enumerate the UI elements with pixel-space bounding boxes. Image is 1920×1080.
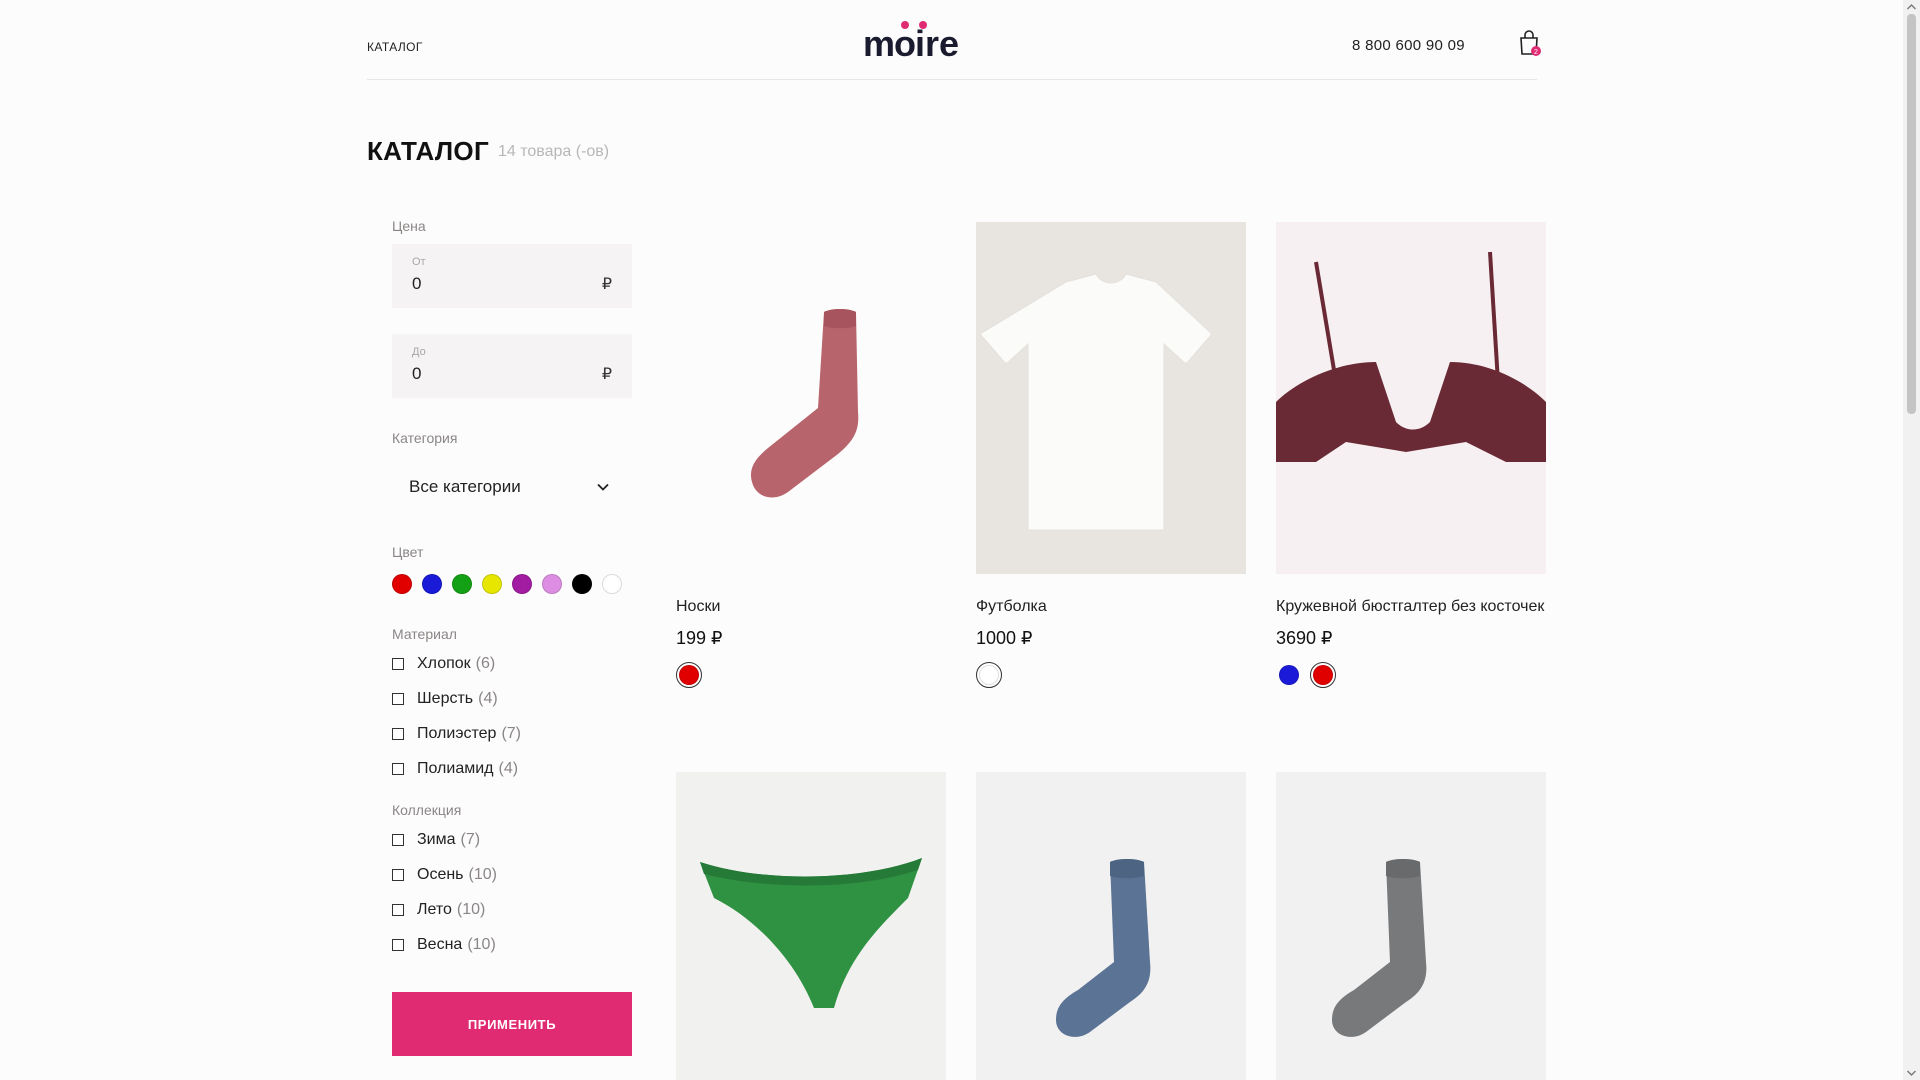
category-select[interactable]: Все категории: [392, 456, 632, 520]
collection-option[interactable]: Лето (10): [392, 892, 632, 927]
sock-pink-icon[interactable]: [676, 222, 946, 574]
sock-blue-icon[interactable]: [976, 772, 1246, 1080]
product-card[interactable]: [976, 772, 1246, 1080]
category-select-value: Все категории: [409, 477, 521, 496]
collection-name: Лето: [417, 900, 452, 918]
material-name: Полиэстер: [417, 724, 497, 742]
price-to-caption: До: [412, 346, 426, 358]
scroll-up-icon[interactable]: [1907, 3, 1916, 11]
checkbox[interactable]: [392, 727, 404, 740]
material-name: Полиамид: [417, 759, 494, 777]
filter-color-swatch[interactable]: [602, 574, 622, 594]
collection-option[interactable]: Весна (10): [392, 927, 632, 962]
collection-count: (10): [468, 865, 497, 883]
product-price: 1000 ₽: [976, 628, 1033, 648]
collection-name: Весна: [417, 935, 463, 953]
apply-filter-button[interactable]: ПРИМЕНИТЬ: [392, 992, 632, 1056]
product-colors: [976, 662, 1246, 688]
site-header: КАТАЛОГ m o ire 8 800 600 90 09 2: [367, 0, 1541, 80]
color-option-red[interactable]: [1310, 662, 1336, 688]
material-count: (7): [501, 724, 521, 742]
price-from-input[interactable]: [412, 274, 592, 294]
filter-color-swatch[interactable]: [452, 574, 472, 594]
nav-catalog-link[interactable]: КАТАЛОГ: [367, 40, 423, 54]
tshirt-white-icon[interactable]: [976, 222, 1246, 574]
collection-name: Осень: [417, 865, 464, 883]
material-count: (4): [478, 689, 498, 707]
filter-color-swatch[interactable]: [572, 574, 592, 594]
material-option[interactable]: Шерсть (4): [392, 681, 632, 716]
product-name[interactable]: Кружевной бюстгалтер без косточек: [1276, 596, 1546, 618]
color-swatches: [392, 574, 632, 594]
price-to-input[interactable]: [412, 364, 592, 384]
checkbox[interactable]: [392, 692, 404, 705]
checkbox[interactable]: [392, 833, 404, 846]
checkbox[interactable]: [392, 938, 404, 951]
product-colors: [676, 662, 946, 688]
material-count: (6): [475, 654, 496, 672]
checkbox[interactable]: [392, 762, 404, 775]
product-price: 199 ₽: [676, 628, 723, 648]
color-option-red[interactable]: [676, 662, 702, 688]
product-price: 3690 ₽: [1276, 628, 1333, 648]
collection-label: Коллекция: [392, 802, 462, 818]
svg-text:m: m: [863, 23, 895, 60]
currency-symbol: ₽: [601, 366, 612, 383]
filter-color-swatch[interactable]: [512, 574, 532, 594]
product-card[interactable]: [676, 772, 946, 1080]
filter-panel: Цена От ₽ До ₽ Категория Все категории Ц…: [392, 218, 632, 1056]
product-card[interactable]: Кружевной бюстгалтер без косточек 3690 ₽: [1276, 222, 1546, 688]
collection-list: Зима (7) Осень (10) Лето (10) Весна (10): [392, 822, 632, 962]
material-option[interactable]: Хлопок (6): [392, 646, 632, 681]
product-name[interactable]: Футболка: [976, 596, 1246, 618]
product-card[interactable]: Носки 199 ₽: [676, 222, 946, 688]
filter-color-swatch[interactable]: [542, 574, 562, 594]
phone-number[interactable]: 8 800 600 90 09: [1352, 37, 1465, 54]
material-option[interactable]: Полиэстер (7): [392, 716, 632, 751]
collection-option[interactable]: Осень (10): [392, 857, 632, 892]
scroll-down-icon[interactable]: [1907, 1069, 1916, 1077]
filter-color-swatch[interactable]: [392, 574, 412, 594]
product-count: 14 товара (-ов): [498, 143, 610, 160]
moire-logo[interactable]: m o ire: [863, 16, 987, 60]
chevron-down-icon: [597, 483, 609, 491]
price-to-field[interactable]: До ₽: [392, 334, 632, 398]
material-option[interactable]: Полиамид (4): [392, 751, 632, 786]
scrollbar-thumb[interactable]: [1907, 14, 1916, 414]
cart-icon[interactable]: 2: [1517, 28, 1543, 58]
filter-color-swatch[interactable]: [422, 574, 442, 594]
filter-color-swatch[interactable]: [482, 574, 502, 594]
color-label: Цвет: [392, 544, 424, 560]
price-from-field[interactable]: От ₽: [392, 244, 632, 308]
color-option-white[interactable]: [976, 662, 1002, 688]
price-from-caption: От: [412, 256, 426, 268]
sock-grey-icon[interactable]: [1276, 772, 1546, 1080]
color-option-blue[interactable]: [1276, 662, 1302, 688]
collection-name: Зима: [417, 830, 456, 848]
category-label: Категория: [392, 430, 458, 446]
checkbox[interactable]: [392, 903, 404, 916]
product-colors: [1276, 662, 1546, 688]
bra-lace-icon[interactable]: [1276, 222, 1546, 574]
collection-option[interactable]: Зима (7): [392, 822, 632, 857]
product-card[interactable]: [1276, 772, 1546, 1080]
collection-count: (10): [467, 935, 496, 953]
product-name[interactable]: Носки: [676, 596, 946, 618]
cart-count: 2: [1534, 49, 1538, 56]
material-list: Хлопок (6) Шерсть (4) Полиэстер (7) Полиамид (4…: [392, 646, 632, 786]
currency-symbol: ₽: [601, 276, 612, 293]
collection-count: (7): [460, 830, 481, 848]
collection-count: (10): [456, 900, 486, 918]
panties-green-icon[interactable]: [676, 772, 946, 1080]
material-count: (4): [498, 759, 519, 777]
material-name: Шерсть: [417, 689, 474, 707]
price-label: Цена: [392, 218, 426, 234]
material-name: Хлопок: [417, 654, 471, 672]
checkbox[interactable]: [392, 657, 404, 670]
page-title: КАТАЛОГ: [367, 136, 489, 166]
material-label: Материал: [392, 626, 457, 642]
checkbox[interactable]: [392, 868, 404, 881]
product-card[interactable]: Футболка 1000 ₽: [976, 222, 1246, 688]
page-scrollbar[interactable]: [1903, 0, 1920, 1080]
